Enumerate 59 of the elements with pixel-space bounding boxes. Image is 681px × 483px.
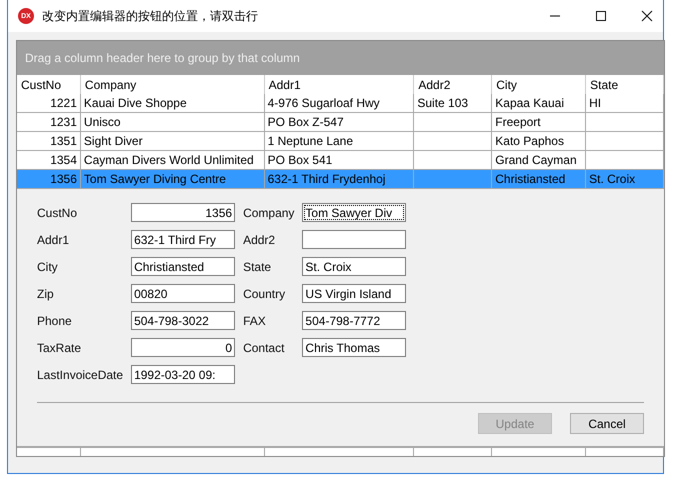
table-cell: Kato Paphos	[495, 134, 564, 148]
input-field[interactable]: Chris Thomas	[302, 338, 406, 357]
table-cell: Tom Sawyer Diving Centre	[84, 172, 226, 186]
table-cell: 1351	[50, 134, 77, 148]
field-label: TaxRate	[37, 340, 82, 354]
table-cell: PO Box 541	[268, 153, 332, 167]
table-cell: 1354	[50, 153, 77, 167]
field-label: Zip	[37, 286, 55, 300]
maximize-icon[interactable]	[595, 10, 607, 22]
table-cell: HI	[589, 96, 602, 110]
input-field[interactable]: Tom Sawyer Div	[302, 203, 406, 222]
table-cell: 1221	[50, 96, 77, 110]
field-label: Contact	[243, 340, 286, 354]
input-field[interactable]: 1992-03-20 09:	[131, 365, 236, 384]
dialog-button[interactable]: Cancel	[570, 413, 644, 434]
table-cell: St. Croix	[589, 172, 636, 186]
field-label: Addr2	[243, 232, 276, 246]
table-cell: Freeport	[495, 115, 541, 129]
table-row[interactable]: 1221 Kauai Dive Shoppe 4-976 Sugarloaf Hwy Suite 103 Kapaa Kauai HI	[17, 94, 664, 113]
field-label: CustNo	[37, 206, 78, 220]
table-cell: Unisco	[84, 115, 121, 129]
table-cell: 1356	[50, 172, 77, 186]
input-field[interactable]: 632-1 Third Fry	[131, 230, 236, 249]
table-cell: 4-976 Sugarloaf Hwy	[268, 96, 380, 110]
field-label: LastInvoiceDate	[37, 368, 124, 382]
field-label: State	[243, 260, 272, 274]
table-cell: Christiansted	[495, 172, 566, 186]
field-label: Addr1	[37, 232, 70, 246]
table-cell: PO Box Z-547	[268, 115, 344, 129]
input-field[interactable]	[302, 230, 406, 249]
table-cell: 632-1 Third Frydenhoj	[268, 172, 386, 186]
field-label: City	[37, 260, 59, 274]
table-row[interactable]: 1351 Sight Diver 1 Neptune Lane Kato Paphos	[17, 132, 664, 151]
input-field[interactable]: 504-798-3022	[131, 311, 236, 330]
table-cell: Kapaa Kauai	[495, 96, 564, 110]
close-icon[interactable]	[641, 10, 653, 22]
group-hint: Drag a column header here to group by that column	[25, 51, 300, 65]
input-field[interactable]: St. Croix	[302, 257, 406, 276]
table-cell: 1 Neptune Lane	[268, 134, 354, 148]
table-row[interactable]: 1356 Tom Sawyer Diving Centre 632-1 Third Frydenhoj Christiansted St. Croix	[17, 170, 664, 189]
input-field[interactable]: 00820	[131, 284, 236, 303]
field-label: Phone	[37, 314, 73, 328]
field-label: Country	[243, 286, 286, 300]
table-cell: Grand Cayman	[495, 153, 577, 167]
input-field[interactable]: US Virgin Island	[302, 284, 406, 303]
table-row[interactable]: 1354 Cayman Divers World Unlimited PO Box 541 Grand Cayman	[17, 151, 664, 170]
input-field[interactable]: 1356	[131, 203, 236, 222]
window-title: 改变内置编辑器的按钮的位置，请双击行	[42, 8, 258, 24]
input-field[interactable]: Christiansted	[131, 257, 236, 276]
table-cell: 1231	[50, 115, 77, 129]
table-cell: Suite 103	[417, 96, 468, 110]
input-field[interactable]: 504-798-7772	[302, 311, 406, 330]
table-cell: Kauai Dive Shoppe	[84, 96, 187, 110]
field-label: Company	[243, 206, 294, 220]
table-cell: Sight Diver	[84, 134, 143, 148]
table-cell: Cayman Divers World Unlimited	[84, 153, 254, 167]
input-field[interactable]: 0	[131, 338, 236, 357]
field-label: FAX	[243, 314, 267, 328]
table-row[interactable]: 1231 Unisco PO Box Z-547 Freeport	[17, 113, 664, 132]
